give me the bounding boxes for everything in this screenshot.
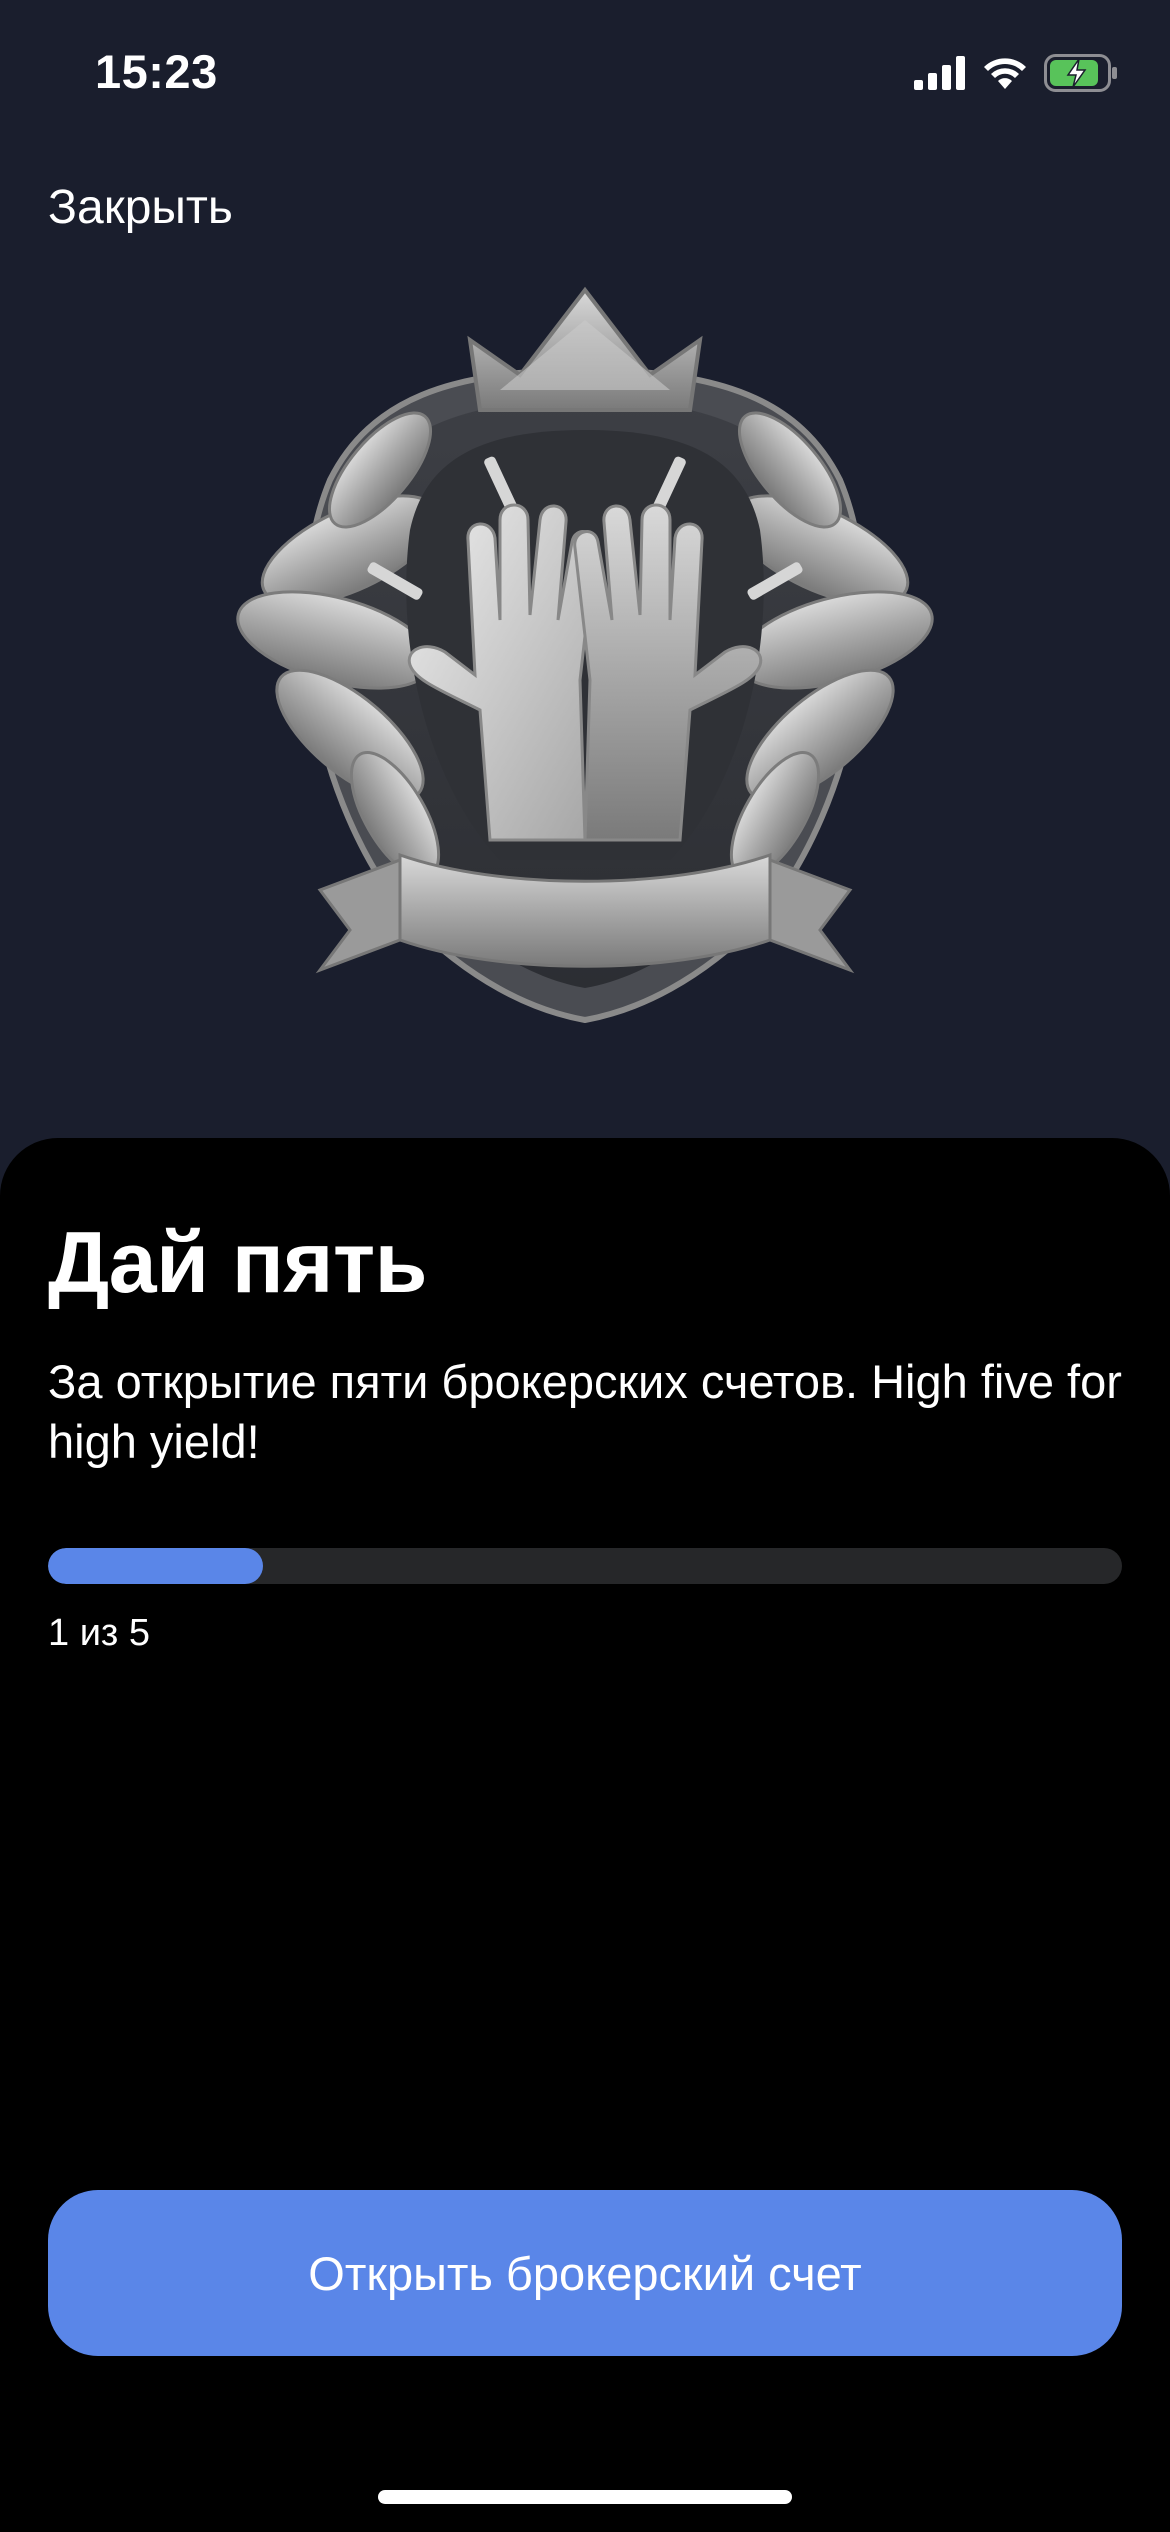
achievement-title: Дай пять <box>48 1215 427 1311</box>
progress-text: 1 из 5 <box>48 1612 151 1654</box>
status-icons <box>914 50 1118 96</box>
high-five-badge-icon <box>236 286 934 1024</box>
status-bar: 15:23 <box>0 0 1170 150</box>
progress-bar <box>48 1548 1122 1584</box>
progress-fill <box>48 1548 263 1584</box>
wifi-icon <box>984 58 1026 89</box>
home-indicator <box>378 2490 792 2504</box>
battery-charging-icon <box>1044 54 1117 92</box>
cellular-signal-icon <box>914 56 965 90</box>
open-brokerage-account-button[interactable]: Открыть брокерский счет <box>48 2190 1122 2356</box>
status-time: 15:23 <box>95 45 218 98</box>
achievement-description: За открытие пяти брокерских счетов. High… <box>48 1355 1122 1468</box>
close-button[interactable]: Закрыть <box>48 180 233 235</box>
